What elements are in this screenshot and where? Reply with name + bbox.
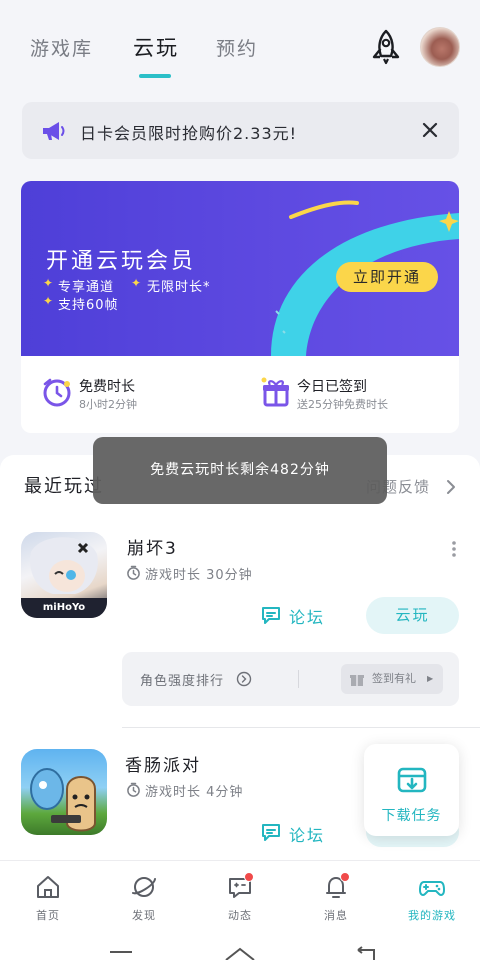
publisher-logo-text: miHoYo xyxy=(42,602,86,613)
perk-60fps: 支持60帧 xyxy=(58,298,119,313)
download-icon xyxy=(397,767,427,793)
notification-badge xyxy=(340,872,350,882)
timer-icon xyxy=(127,565,140,580)
bottom-navigation: 首页 发现 动态 消息 我的游戏 xyxy=(0,860,480,932)
star-icon: ✦ xyxy=(131,276,142,290)
promo-notice[interactable]: 日卡会员限时抢购价2.33元! xyxy=(22,102,459,159)
membership-card: 开通云玩会员 ✦ 专享通道 ✦ 无限时长* ✦ 支持60帧 立即开通 免费时长 … xyxy=(21,181,459,433)
star-icon: ✦ xyxy=(43,294,54,308)
checkin-detail: 送25分钟免费时长 xyxy=(297,398,388,411)
tab-cloud-play[interactable]: 云玩 xyxy=(133,32,179,62)
nav-feed[interactable]: 动态 xyxy=(192,861,288,933)
gift-icon xyxy=(261,377,289,407)
nav-home[interactable]: 首页 xyxy=(0,861,96,933)
tab-reservation[interactable]: 预约 xyxy=(216,34,258,61)
game-playtime: 游戏时长 4分钟 xyxy=(145,785,244,800)
forum-icon xyxy=(262,607,280,624)
planet-icon xyxy=(132,877,156,897)
megaphone-icon xyxy=(43,122,65,140)
nav-my-games[interactable]: 我的游戏 xyxy=(384,861,480,933)
more-options-icon[interactable] xyxy=(451,540,457,558)
free-time-detail: 8小时2分钟 xyxy=(79,398,137,411)
open-membership-button[interactable]: 立即开通 xyxy=(336,262,438,292)
honkai-game-icon[interactable]: miHoYo xyxy=(21,532,107,618)
toast-message: 免费云玩时长剩余482分钟 xyxy=(93,437,387,504)
notice-text: 日卡会员限时抢购价2.33元! xyxy=(80,124,298,143)
game-title: 香肠派对 xyxy=(125,756,201,776)
nav-messages[interactable]: 消息 xyxy=(288,861,384,933)
forum-label: 论坛 xyxy=(289,826,326,845)
back-icon[interactable] xyxy=(352,946,378,960)
checkin-title: 今日已签到 xyxy=(297,379,367,395)
home-button-icon[interactable] xyxy=(224,946,256,960)
clock-icon xyxy=(43,378,71,407)
nav-feed-label: 动态 xyxy=(228,909,252,922)
cloud-play-button[interactable]: 云玩 xyxy=(366,597,459,634)
sausage-party-game-icon[interactable] xyxy=(21,749,107,835)
game-playtime: 游戏时长 30分钟 xyxy=(145,568,253,583)
close-icon[interactable] xyxy=(421,121,439,139)
character-ranking-label: 角色强度排行 xyxy=(140,674,225,689)
game-artwork-image xyxy=(30,768,96,832)
list-divider xyxy=(122,727,480,728)
tab-game-library[interactable]: 游戏库 xyxy=(30,34,93,61)
home-icon xyxy=(37,876,59,898)
chevron-right-icon xyxy=(447,480,455,494)
free-time-title: 免费时长 xyxy=(79,379,135,395)
gamepad-icon xyxy=(419,881,445,896)
forum-label: 论坛 xyxy=(289,608,326,627)
game-title: 崩坏3 xyxy=(127,539,178,559)
perk-unlimited-time: 无限时长* xyxy=(147,280,211,295)
forum-icon xyxy=(262,824,280,841)
recent-section-title: 最近玩过 xyxy=(24,476,104,497)
game-extra-panel: 角色强度排行 签到有礼 ▶ xyxy=(122,652,459,706)
perk-dedicated-channel: 专享通道 xyxy=(58,280,115,295)
star-icon: ✦ xyxy=(43,276,54,290)
nav-messages-label: 消息 xyxy=(324,909,348,922)
membership-banner[interactable]: 开通云玩会员 ✦ 专享通道 ✦ 无限时长* ✦ 支持60帧 立即开通 xyxy=(21,181,459,356)
nav-discover[interactable]: 发现 xyxy=(96,861,192,933)
circle-chevron-right-icon xyxy=(236,671,252,687)
gift-icon xyxy=(350,675,364,686)
rocket-icon[interactable] xyxy=(366,28,406,66)
checkin-gift-button[interactable]: 签到有礼 ▶ xyxy=(341,664,443,694)
system-nav-bar xyxy=(0,932,480,960)
timer-icon xyxy=(127,782,140,797)
menu-icon[interactable] xyxy=(108,950,134,960)
user-avatar[interactable] xyxy=(420,27,460,67)
checkin-gift-label: 签到有礼 xyxy=(372,672,416,685)
panel-divider xyxy=(298,670,299,688)
nav-home-label: 首页 xyxy=(36,909,60,922)
download-task-label: 下载任务 xyxy=(381,808,442,824)
download-task-button[interactable]: 下载任务 xyxy=(364,744,459,836)
active-tab-indicator xyxy=(139,74,171,78)
nav-my-games-label: 我的游戏 xyxy=(408,909,456,922)
play-arrow-icon: ▶ xyxy=(427,674,434,683)
notification-badge xyxy=(244,872,254,882)
membership-title: 开通云玩会员 xyxy=(46,249,197,274)
top-bar: 游戏库 云玩 预约 xyxy=(0,0,480,95)
nav-discover-label: 发现 xyxy=(132,909,156,922)
